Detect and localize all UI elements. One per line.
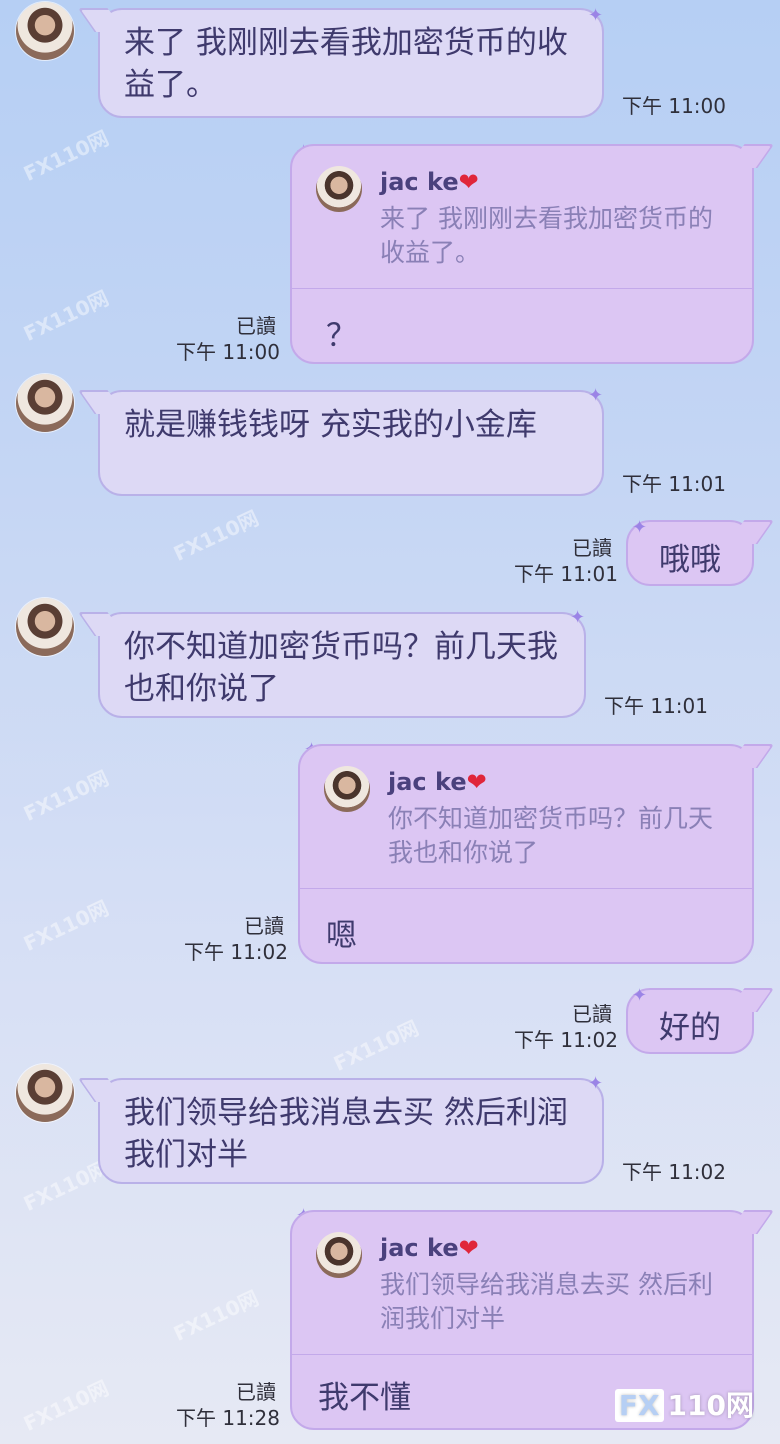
read-receipt: 已讀 — [236, 314, 276, 338]
quoted-sender-name: jac ke❤ — [380, 1234, 479, 1262]
watermark: FX110网 — [329, 1015, 423, 1076]
message-text: 嗯 — [326, 918, 357, 954]
watermark: FX110网 — [169, 1285, 263, 1346]
watermark: FX110网 — [19, 1375, 113, 1436]
sparkle-icon: ✦ — [588, 5, 604, 26]
incoming-message[interactable]: 就是赚钱钱呀 充实我的小金库 — [98, 390, 604, 496]
message-text: 来了 我刚刚去看我加密货币的收益了。 — [124, 25, 568, 103]
message-text: 就是赚钱钱呀 充实我的小金库 — [124, 407, 537, 443]
quoted-avatar — [324, 766, 370, 812]
message-time: 下午 11:28 — [176, 1406, 280, 1430]
avatar[interactable] — [16, 1064, 74, 1122]
message-text: ？ — [326, 318, 357, 354]
message-text: 我们领导给我消息去买 然后利润我们对半 — [124, 1095, 568, 1173]
heart-icon: ❤ — [466, 768, 487, 796]
read-receipt: 已讀 — [244, 914, 284, 938]
quoted-text: 来了 我刚刚去看我加密货币的收益了。 — [380, 204, 713, 267]
watermark: FX110网 — [169, 505, 263, 566]
watermark: FX110网 — [19, 285, 113, 346]
divider — [292, 288, 752, 289]
fx110-logo: FX 110网 — [614, 1384, 754, 1424]
heart-icon: ❤ — [458, 168, 479, 196]
read-receipt: 已讀 — [236, 1380, 276, 1404]
message-time: 下午 11:01 — [514, 562, 618, 586]
outgoing-reply-message[interactable]: jac ke❤ 你不知道加密货币吗？前几天我也和你说了 嗯 — [298, 744, 754, 964]
watermark: FX110网 — [19, 895, 113, 956]
watermark: FX110网 — [19, 765, 113, 826]
incoming-message[interactable]: 我们领导给我消息去买 然后利润我们对半 — [98, 1078, 604, 1184]
quoted-text: 我们领导给我消息去买 然后利润我们对半 — [380, 1270, 713, 1333]
outgoing-reply-message[interactable]: jac ke❤ 来了 我刚刚去看我加密货币的收益了。 ？ — [290, 144, 754, 364]
divider — [300, 888, 752, 889]
message-time: 下午 11:01 — [622, 472, 726, 496]
sparkle-icon: ✦ — [570, 607, 586, 628]
read-receipt: 已讀 — [572, 536, 612, 560]
message-time: 下午 11:00 — [176, 340, 280, 364]
message-text: 哦哦 — [659, 542, 721, 578]
sparkle-icon: ✦ — [588, 385, 604, 406]
watermark: FX110网 — [19, 125, 113, 186]
incoming-message[interactable]: 你不知道加密货币吗？前几天我也和你说了 — [98, 612, 586, 718]
sparkle-icon: ✦ — [632, 517, 648, 538]
read-receipt: 已讀 — [572, 1002, 612, 1026]
sparkle-icon: ✦ — [632, 985, 648, 1006]
divider — [292, 1354, 752, 1355]
quoted-text: 你不知道加密货币吗？前几天我也和你说了 — [388, 804, 714, 867]
message-text: 好的 — [659, 1010, 721, 1046]
incoming-message[interactable]: 来了 我刚刚去看我加密货币的收益了。 — [98, 8, 604, 118]
message-time: 下午 11:02 — [622, 1160, 726, 1184]
avatar[interactable] — [16, 374, 74, 432]
heart-icon: ❤ — [458, 1234, 479, 1262]
quoted-sender-name: jac ke❤ — [388, 768, 487, 796]
quoted-sender-name: jac ke❤ — [380, 168, 479, 196]
sparkle-icon: ✦ — [588, 1073, 604, 1094]
avatar[interactable] — [16, 2, 74, 60]
message-time: 下午 11:01 — [604, 694, 708, 718]
avatar[interactable] — [16, 598, 74, 656]
message-time: 下午 11:00 — [622, 94, 726, 118]
quoted-avatar — [316, 1232, 362, 1278]
quoted-avatar — [316, 166, 362, 212]
message-text: 你不知道加密货币吗？前几天我也和你说了 — [124, 629, 558, 707]
message-text: 我不懂 — [318, 1380, 411, 1416]
message-time: 下午 11:02 — [514, 1028, 618, 1052]
message-time: 下午 11:02 — [184, 940, 288, 964]
